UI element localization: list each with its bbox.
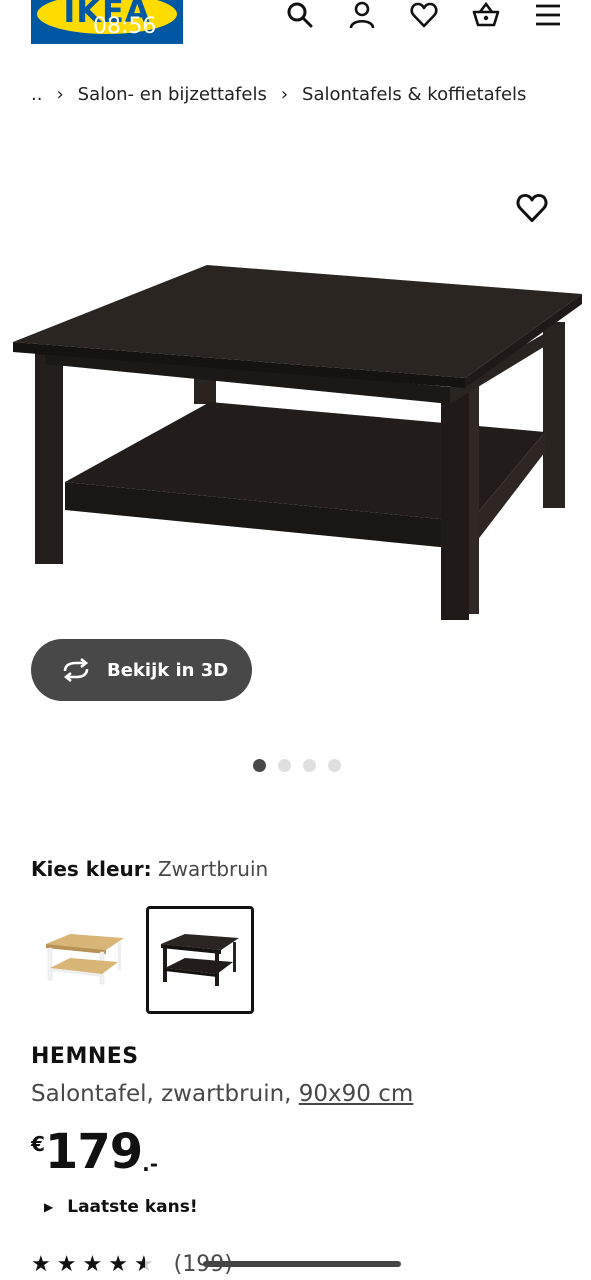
view-in-3d-label: Bekijk in 3D — [107, 659, 229, 681]
color-swatch-natural[interactable] — [31, 906, 139, 1014]
star-filled-icon: ★ — [108, 1251, 128, 1277]
view-in-3d-button[interactable]: Bekijk in 3D — [31, 639, 252, 701]
menu-icon[interactable] — [533, 0, 563, 30]
breadcrumb-item-salontafels[interactable]: Salontafels & koffietafels — [302, 84, 526, 105]
price-currency: € — [31, 1132, 45, 1156]
price-amount: 179 — [44, 1124, 143, 1180]
rating-stars: ★ ★ ★ ★ ★ — [31, 1251, 154, 1277]
product-price: € 179 .- — [31, 1124, 158, 1180]
star-filled-icon: ★ — [56, 1251, 77, 1277]
breadcrumb: .. › Salon- en bijzettafels › Salontafel… — [31, 84, 526, 105]
image-carousel-dots — [253, 759, 341, 772]
star-half-icon: ★ — [133, 1251, 154, 1277]
basket-icon[interactable] — [471, 0, 501, 30]
account-icon[interactable] — [347, 0, 377, 30]
ikea-logo[interactable]: IKEA 08:56 — [31, 0, 183, 44]
breadcrumb-ellipsis[interactable]: .. — [31, 84, 42, 105]
breadcrumb-separator: › — [280, 84, 289, 105]
breadcrumb-separator: › — [56, 84, 64, 105]
color-selector-label: Kies kleur: Zwartbruin — [31, 857, 268, 881]
rotate-3d-icon — [63, 658, 89, 682]
star-filled-icon: ★ — [31, 1251, 51, 1277]
add-to-wishlist-heart-icon[interactable] — [516, 192, 548, 224]
heart-icon[interactable] — [409, 0, 439, 30]
home-indicator[interactable] — [203, 1261, 401, 1267]
product-description-text: Salontafel, zwartbruin, — [31, 1081, 292, 1107]
search-icon[interactable] — [285, 0, 315, 30]
product-image[interactable] — [10, 262, 585, 624]
color-swatch-zwartbruin[interactable] — [146, 906, 254, 1014]
top-header: IKEA 08:56 — [0, 0, 591, 50]
product-name: HEMNES — [31, 1044, 139, 1069]
product-size-link[interactable]: 90x90 cm — [299, 1081, 414, 1107]
carousel-dot[interactable] — [303, 759, 316, 772]
last-chance-label: Laatste kans! — [67, 1197, 198, 1217]
carousel-dot[interactable] — [253, 759, 266, 772]
carousel-dot[interactable] — [328, 759, 341, 772]
color-label-prefix: Kies kleur: — [31, 857, 152, 881]
carousel-dot[interactable] — [278, 759, 291, 772]
last-chance-toggle[interactable]: ▶ Laatste kans! — [44, 1197, 198, 1217]
price-decimal: .- — [142, 1152, 159, 1176]
product-description: Salontafel, zwartbruin, 90x90 cm — [31, 1081, 413, 1107]
breadcrumb-item-salon-bijzettafels[interactable]: Salon- en bijzettafels — [78, 84, 267, 105]
selected-color-value: Zwartbruin — [157, 857, 269, 881]
status-time: 08:56 — [93, 16, 157, 34]
expand-triangle-icon: ▶ — [44, 1200, 54, 1214]
star-filled-icon: ★ — [82, 1251, 103, 1277]
